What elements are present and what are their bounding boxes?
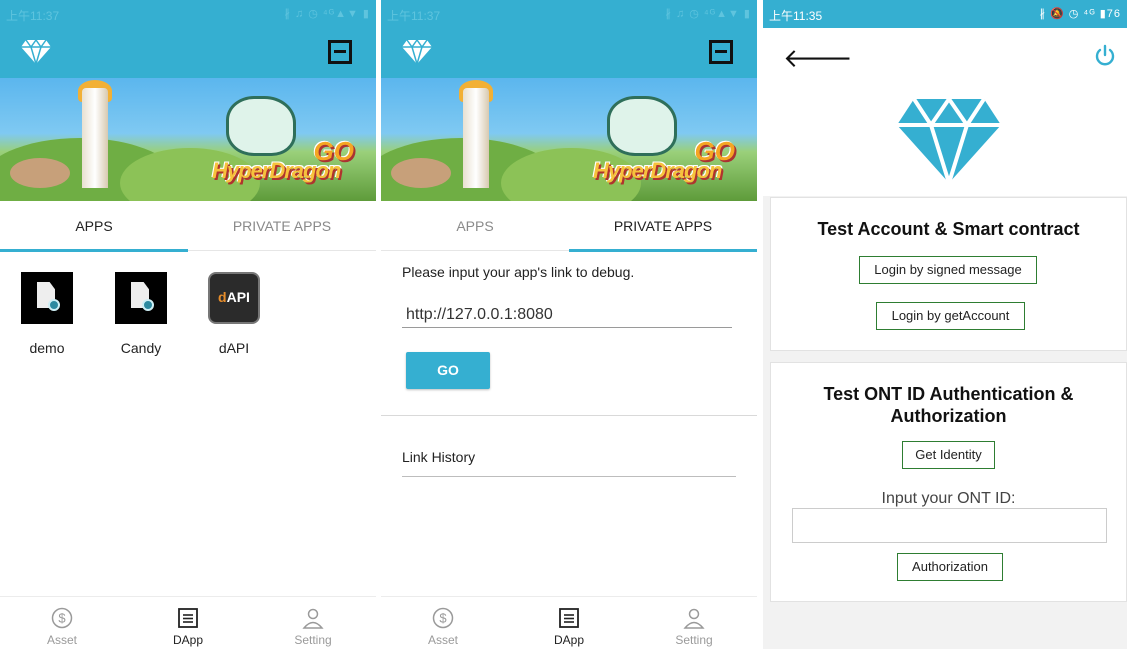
user-icon: [302, 608, 324, 629]
app-item-candy[interactable]: Candy: [106, 272, 176, 356]
nav-dapp-label: DApp: [172, 633, 204, 647]
app-item-demo[interactable]: demo: [12, 272, 82, 356]
card-title: Test ONT ID Authentication &: [823, 384, 1074, 404]
tab-apps[interactable]: APPS: [381, 201, 569, 251]
bottom-nav: $ Asset DApp Setting: [0, 596, 376, 649]
menu-icon[interactable]: [709, 40, 733, 64]
banner-image[interactable]: GO HyperDragon: [381, 78, 757, 201]
link-history-label[interactable]: Link History: [402, 449, 475, 465]
tab-bar: APPS PRIVATE APPS: [381, 201, 757, 252]
card-title: Test Account & Smart contract: [817, 219, 1080, 239]
banner-title-text: HyperDragon: [593, 158, 722, 183]
diamond-logo-icon: [402, 39, 432, 65]
tab-private-apps[interactable]: PRIVATE APPS: [569, 201, 757, 252]
document-icon: [21, 272, 73, 324]
card-account-contract: Test Account & Smart contract Login by s…: [770, 197, 1127, 351]
screen-private-apps: 上午11:37 ∦ ♫ ◷ ⁴ᴳ▲▼ ▮ GO HyperDragon APPS…: [381, 0, 757, 649]
app-bar: [381, 28, 757, 78]
tab-bar: APPS PRIVATE APPS: [0, 201, 376, 252]
get-identity-button[interactable]: Get Identity: [902, 441, 995, 469]
status-icons: ∦ ♫ ◷ ⁴ᴳ▲▼ ▮: [284, 8, 370, 20]
nav-setting[interactable]: Setting: [654, 607, 734, 647]
nav-asset-label: Asset: [46, 633, 77, 647]
authorization-button[interactable]: Authorization: [897, 553, 1003, 581]
status-bar: 上午11:37 ∦ ♫ ◷ ⁴ᴳ▲▼ ▮: [381, 0, 757, 28]
back-arrow-icon[interactable]: 🡐: [783, 45, 853, 71]
document-icon: [115, 272, 167, 324]
nav-asset-label: Asset: [427, 633, 458, 647]
nav-setting[interactable]: Setting: [273, 607, 353, 647]
app-item-dapi[interactable]: dAPI dAPI: [199, 272, 269, 356]
login-get-account-button[interactable]: Login by getAccount: [876, 302, 1025, 330]
debug-link-input[interactable]: [402, 302, 732, 328]
nav-dapp[interactable]: DApp: [529, 607, 609, 647]
status-icons: ∦ 🔕 ◷ ⁴ᴳ ▮76: [1039, 8, 1121, 20]
nav-setting-label: Setting: [675, 633, 713, 647]
list-icon: [559, 608, 579, 628]
list-icon: [178, 608, 198, 628]
status-bar: 上午11:35 ∦ 🔕 ◷ ⁴ᴳ ▮76: [763, 0, 1127, 28]
status-time: 上午11:37: [6, 9, 60, 23]
power-icon[interactable]: [1093, 44, 1117, 68]
app-name: dAPI: [218, 340, 250, 356]
status-time: 上午11:37: [387, 9, 441, 23]
dollar-icon: $: [432, 607, 454, 629]
banner-image[interactable]: GO HyperDragon: [0, 78, 376, 201]
diamond-logo-icon: [21, 39, 51, 65]
bottom-nav: $ Asset DApp Setting: [381, 596, 757, 649]
card-title-line2: Authorization: [890, 406, 1007, 426]
dapi-icon: dAPI: [208, 272, 260, 324]
nav-dapp-label: DApp: [553, 633, 585, 647]
app-name: demo: [29, 340, 65, 356]
app-bar: [0, 28, 376, 78]
nav-asset[interactable]: $ Asset: [22, 607, 102, 647]
nav-asset[interactable]: $ Asset: [403, 607, 483, 647]
tab-apps[interactable]: APPS: [0, 201, 188, 252]
menu-icon[interactable]: [328, 40, 352, 64]
svg-text:$: $: [58, 611, 66, 626]
debug-link-label: Please input your app's link to debug.: [402, 264, 635, 280]
diamond-logo-icon: [897, 98, 1001, 184]
card-ont-id: Test ONT ID Authentication & Authorizati…: [770, 362, 1127, 602]
screen-apps: 上午11:37 ∦ ♫ ◷ ⁴ᴳ▲▼ ▮ GO HyperDragon APPS…: [0, 0, 376, 649]
nav-dapp[interactable]: DApp: [148, 607, 228, 647]
banner-title-text: HyperDragon: [212, 158, 341, 183]
screen-test: 上午11:35 ∦ 🔕 ◷ ⁴ᴳ ▮76 🡐 Test Account & Sm…: [763, 0, 1127, 649]
status-bar: 上午11:37 ∦ ♫ ◷ ⁴ᴳ▲▼ ▮: [0, 0, 376, 28]
tab-private-apps[interactable]: PRIVATE APPS: [188, 201, 376, 251]
login-signed-message-button[interactable]: Login by signed message: [859, 256, 1037, 284]
svg-text:$: $: [439, 611, 447, 626]
divider: [381, 415, 757, 416]
nav-setting-label: Setting: [294, 633, 332, 647]
status-icons: ∦ ♫ ◷ ⁴ᴳ▲▼ ▮: [665, 8, 751, 20]
ont-id-label: Input your ONT ID:: [881, 490, 1016, 507]
app-name: Candy: [120, 340, 162, 356]
status-time: 上午11:35: [769, 9, 823, 23]
go-button[interactable]: GO: [406, 352, 490, 389]
header-area: 🡐: [763, 28, 1127, 196]
dollar-icon: $: [51, 607, 73, 629]
divider: [402, 476, 736, 477]
ont-id-input[interactable]: [792, 508, 1107, 543]
user-icon: [683, 608, 705, 629]
